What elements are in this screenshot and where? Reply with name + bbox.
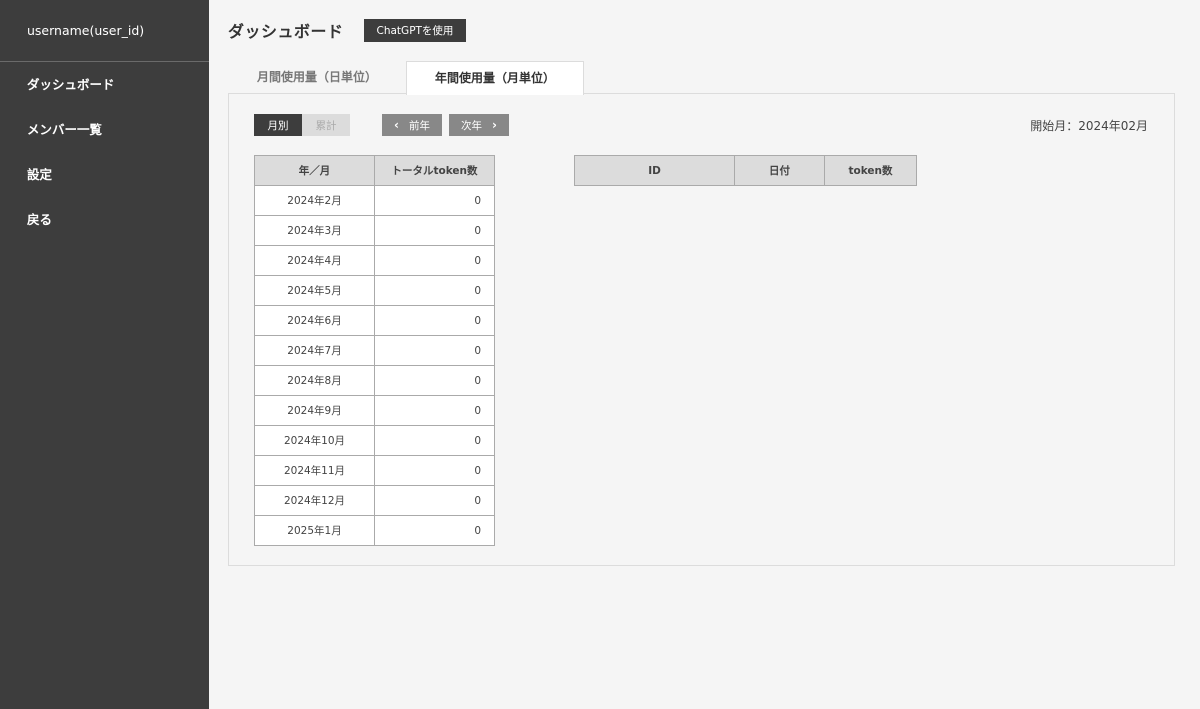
table-row: 2024年2月 0 xyxy=(254,185,495,216)
next-year-button[interactable]: 次年 › xyxy=(448,114,509,136)
month-cell: 2024年8月 xyxy=(254,365,375,396)
month-cell: 2024年2月 xyxy=(254,185,375,216)
sidebar: username(user_id) ダッシュボード メンバー一覧 設定 戻る xyxy=(0,0,209,709)
month-cell: 2024年12月 xyxy=(254,485,375,516)
token-count-cell: 0 xyxy=(374,185,495,216)
sidebar-item-dashboard[interactable]: ダッシュボード xyxy=(0,62,209,107)
year-pager: ‹ 前年 次年 › xyxy=(382,114,516,136)
column-header-total-tokens: トータルtoken数 xyxy=(374,155,495,186)
token-count-cell: 0 xyxy=(374,245,495,276)
page-title: ダッシュボード xyxy=(228,22,344,41)
chevron-right-icon: › xyxy=(491,117,497,132)
token-count-cell: 0 xyxy=(374,425,495,456)
table-row: 2024年5月 0 xyxy=(254,275,495,306)
month-cell: 2024年11月 xyxy=(254,455,375,486)
table-row: 2024年10月 0 xyxy=(254,425,495,456)
monthly-token-table: 年／月 トータルtoken数 2024年2月 0 2024年3月 0 2024年4月 0 2… xyxy=(254,155,495,546)
month-cell: 2024年4月 xyxy=(254,245,375,276)
table-row: 2024年9月 0 xyxy=(254,395,495,426)
token-count-cell: 0 xyxy=(374,305,495,336)
month-cell: 2024年7月 xyxy=(254,335,375,366)
month-cell: 2024年10月 xyxy=(254,425,375,456)
use-chatgpt-button[interactable]: ChatGPTを使用 xyxy=(363,18,467,42)
token-count-cell: 0 xyxy=(374,365,495,396)
table-row: 2025年1月 0 xyxy=(254,515,495,546)
toggle-monthly-button[interactable]: 月別 xyxy=(254,114,302,136)
token-detail-table: ID 日付 token数 xyxy=(574,155,917,186)
toggle-cumulative-button[interactable]: 累計 xyxy=(302,114,350,136)
tab-monthly-usage[interactable]: 月間使用量（日単位） xyxy=(228,61,406,94)
sidebar-item-settings[interactable]: 設定 xyxy=(0,152,209,197)
table-row: 2024年6月 0 xyxy=(254,305,495,336)
month-cell: 2024年3月 xyxy=(254,215,375,246)
table-row: 2024年3月 0 xyxy=(254,215,495,246)
table-row: 2024年12月 0 xyxy=(254,485,495,516)
column-header-month: 年／月 xyxy=(254,155,375,186)
table-header-row: ID 日付 token数 xyxy=(574,155,917,186)
token-count-cell: 0 xyxy=(374,395,495,426)
start-month-label: 開始月：2024年02月 xyxy=(1030,119,1148,133)
view-toggle: 月別 累計 xyxy=(254,114,350,136)
table-row: 2024年11月 0 xyxy=(254,455,495,486)
main-content: ダッシュボード ChatGPTを使用 月間使用量（日単位） 年間使用量（月単位）… xyxy=(209,0,1200,709)
table-row: 2024年8月 0 xyxy=(254,365,495,396)
chevron-left-icon: ‹ xyxy=(394,117,399,132)
token-count-cell: 0 xyxy=(374,485,495,516)
token-count-cell: 0 xyxy=(374,455,495,486)
column-header-id: ID xyxy=(574,155,735,186)
month-cell: 2024年9月 xyxy=(254,395,375,426)
sidebar-item-members[interactable]: メンバー一覧 xyxy=(0,107,209,152)
month-cell: 2024年6月 xyxy=(254,305,375,336)
sidebar-item-back[interactable]: 戻る xyxy=(0,197,209,242)
column-header-tokens: token数 xyxy=(824,155,917,186)
header: ダッシュボード ChatGPTを使用 xyxy=(228,18,467,42)
tab-yearly-usage[interactable]: 年間使用量（月単位） xyxy=(406,61,584,95)
token-count-cell: 0 xyxy=(374,275,495,306)
usage-panel: 月別 累計 ‹ 前年 次年 › 開始月：2024年02月 年／月 トータルtok… xyxy=(228,93,1175,566)
column-header-date: 日付 xyxy=(734,155,825,186)
month-cell: 2024年5月 xyxy=(254,275,375,306)
table-header-row: 年／月 トータルtoken数 xyxy=(254,155,495,186)
sidebar-username: username(user_id) xyxy=(0,0,209,62)
token-count-cell: 0 xyxy=(374,515,495,546)
prev-year-label: 前年 xyxy=(408,119,430,132)
table-row: 2024年7月 0 xyxy=(254,335,495,366)
prev-year-button[interactable]: ‹ 前年 xyxy=(382,114,442,136)
month-cell: 2025年1月 xyxy=(254,515,375,546)
token-count-cell: 0 xyxy=(374,215,495,246)
token-count-cell: 0 xyxy=(374,335,495,366)
table-row: 2024年4月 0 xyxy=(254,245,495,276)
next-year-label: 次年 xyxy=(460,119,482,132)
tab-bar: 月間使用量（日単位） 年間使用量（月単位） xyxy=(228,61,584,95)
